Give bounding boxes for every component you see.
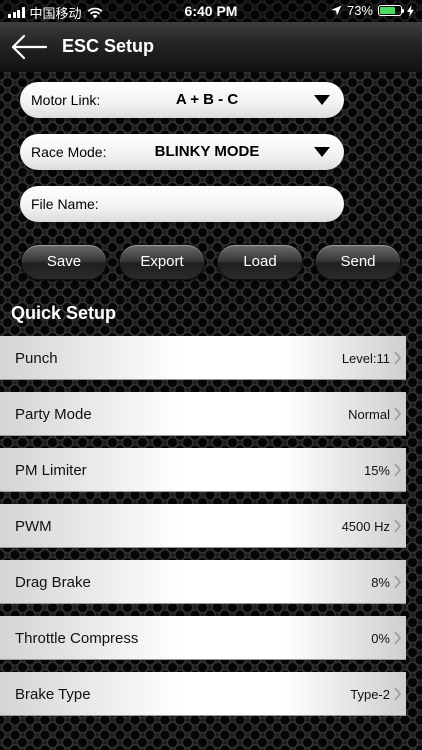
setting-label: PWM [15,518,52,535]
chevron-right-icon [394,519,402,533]
motor-link-label: Motor Link: [31,92,101,108]
setting-value: Normal [348,407,390,422]
location-icon [331,5,342,16]
file-name-field: File Name: [20,186,344,222]
chevron-right-icon [394,575,402,589]
setting-value: 15% [363,463,390,478]
chevron-right-icon [394,687,402,701]
load-button[interactable]: Load [217,244,303,280]
status-bar: 中国移动 6:40 PM 73% [0,0,422,22]
setting-row-throttle-compress[interactable]: Throttle Compress 0% [0,616,406,660]
navigation-bar: ESC Setup [0,22,422,72]
setting-label: Party Mode [15,406,92,423]
export-button[interactable]: Export [119,244,205,280]
setting-label: Drag Brake [15,574,91,591]
setting-value: Type-2 [350,687,390,702]
file-name-input[interactable] [110,194,330,214]
setting-value: 8% [371,575,390,590]
chevron-right-icon [394,407,402,421]
arrow-left-icon [11,34,48,60]
chevron-right-icon [394,631,402,645]
setting-row-brake-type[interactable]: Brake Type Type-2 [0,672,406,716]
setting-row-pwm[interactable]: PWM 4500 Hz [0,504,406,548]
setting-row-party-mode[interactable]: Party Mode Normal [0,392,406,436]
page-title: ESC Setup [62,36,155,56]
setting-row-drag-brake[interactable]: Drag Brake 8% [0,560,406,604]
race-mode-label: Race Mode: [31,144,107,160]
setting-label: Punch [15,350,58,367]
setting-label: PM Limiter [15,462,87,479]
setting-row-punch[interactable]: Punch Level:11 [0,336,406,380]
chevron-right-icon [394,463,402,477]
race-mode-value: BLINKY MODE [154,143,260,160]
motor-link-dropdown[interactable]: Motor Link: A + B - C [20,82,344,118]
charging-icon [407,4,414,17]
motor-link-value: A + B - C [175,91,239,108]
setting-value: 4500 Hz [341,519,390,534]
setting-row-pm-limiter[interactable]: PM Limiter 15% [0,448,406,492]
setting-label: Brake Type [15,686,91,703]
status-right: 73% [331,3,414,18]
dropdown-arrow-icon [314,147,330,157]
setting-value: Level:11 [341,351,390,366]
dropdown-arrow-icon [314,95,330,105]
setting-value: 0% [371,631,390,646]
send-button[interactable]: Send [315,244,401,280]
back-button[interactable] [10,33,48,61]
race-mode-dropdown[interactable]: Race Mode: BLINKY MODE [20,134,344,170]
quick-setup-title: Quick Setup [11,303,117,323]
battery-icon [378,5,404,16]
chevron-right-icon [394,351,402,365]
setting-label: Throttle Compress [15,630,139,647]
save-button[interactable]: Save [21,244,107,280]
file-name-label: File Name: [31,196,99,212]
battery-percent: 73% [346,3,373,18]
